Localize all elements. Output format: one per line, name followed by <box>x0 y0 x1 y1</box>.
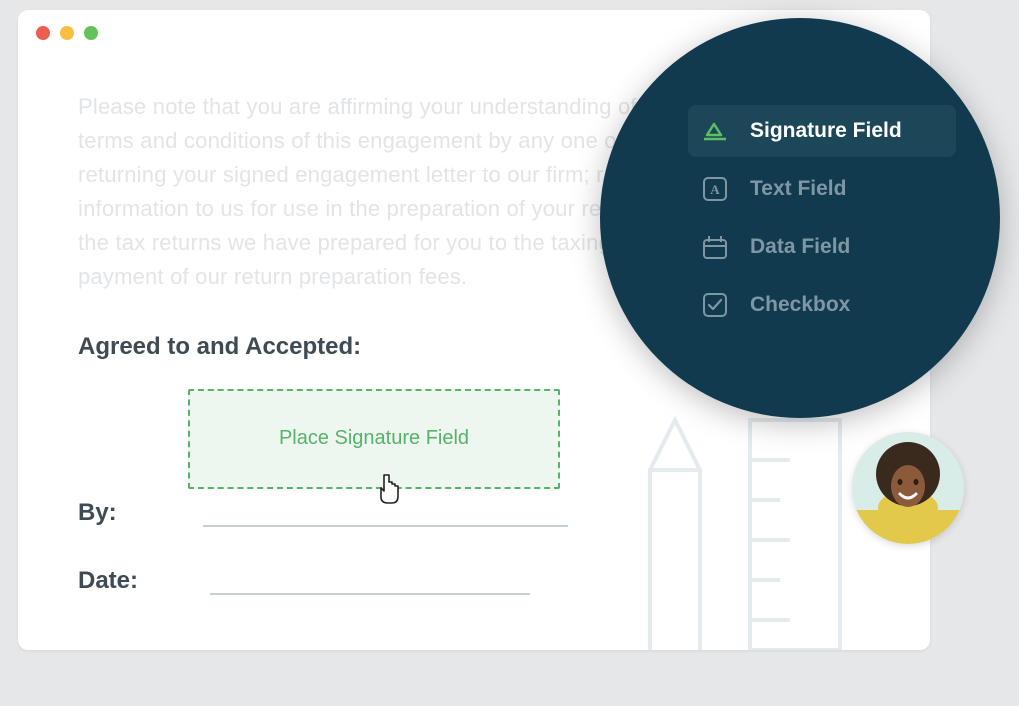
maximize-window-button[interactable] <box>84 26 98 40</box>
palette-item-data-field[interactable]: Data Field <box>688 221 956 273</box>
by-label: By: <box>78 499 117 527</box>
field-type-palette: Signature Field A Text Field Data Field <box>600 18 1000 418</box>
signature-icon <box>702 118 728 144</box>
date-input-line[interactable] <box>210 571 530 595</box>
minimize-window-button[interactable] <box>60 26 74 40</box>
date-label: Date: <box>78 567 138 595</box>
palette-item-label: Text Field <box>750 177 846 201</box>
svg-text:A: A <box>710 182 720 197</box>
by-field-row: By: <box>78 499 870 527</box>
date-field-row: Date: <box>78 567 870 595</box>
by-input-line[interactable] <box>203 503 568 527</box>
signature-field-placeholder[interactable]: Place Signature Field <box>188 389 560 489</box>
text-field-icon: A <box>702 176 728 202</box>
signature-placeholder-label: Place Signature Field <box>279 427 469 450</box>
data-field-icon <box>702 234 728 260</box>
palette-item-label: Data Field <box>750 235 850 259</box>
palette-item-label: Checkbox <box>750 293 850 317</box>
palette-item-text-field[interactable]: A Text Field <box>688 163 956 215</box>
checkbox-icon <box>702 292 728 318</box>
palette-item-checkbox[interactable]: Checkbox <box>688 279 956 331</box>
palette-item-signature-field[interactable]: Signature Field <box>688 105 956 157</box>
window-controls <box>36 26 98 40</box>
palette-item-label: Signature Field <box>750 119 902 143</box>
avatar[interactable] <box>852 432 964 544</box>
close-window-button[interactable] <box>36 26 50 40</box>
